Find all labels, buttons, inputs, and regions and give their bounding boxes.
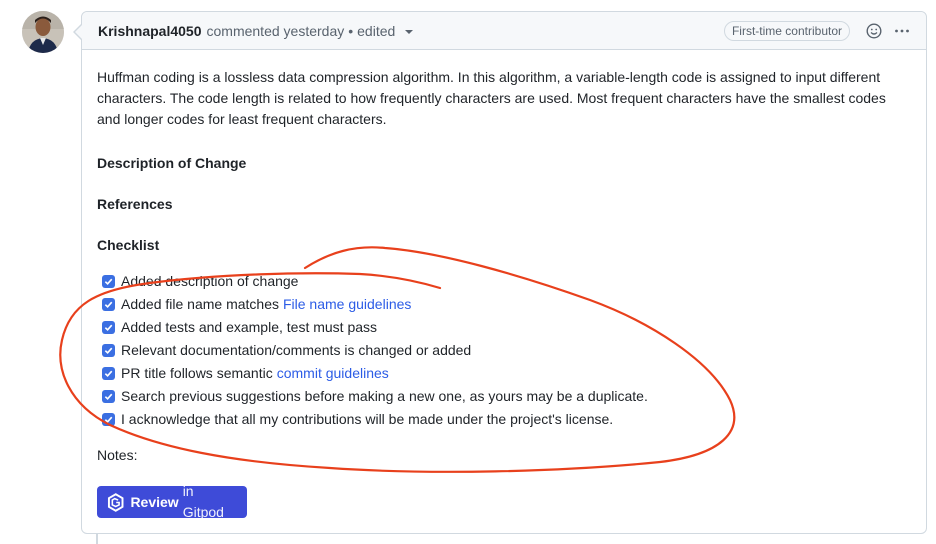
checkbox-checked[interactable] xyxy=(102,275,115,288)
checklist-label: Relevant documentation/comments is chang… xyxy=(121,342,472,358)
caret-down-icon xyxy=(405,29,414,34)
checkmark-icon xyxy=(104,278,113,286)
checklist-label: Added tests and example, test must pass xyxy=(121,319,378,335)
checklist-item: Added description of change xyxy=(102,270,648,293)
checklist-label: I acknowledge that all my contributions … xyxy=(121,411,614,427)
commit-guidelines-link[interactable]: commit guidelines xyxy=(277,363,389,384)
checklist-label: Search previous suggestions before makin… xyxy=(121,388,648,404)
file-name-guidelines-link[interactable]: File name guidelines xyxy=(283,294,411,315)
gitpod-logo-icon xyxy=(107,492,124,512)
kebab-menu-icon xyxy=(895,29,909,32)
heading-checklist: Checklist xyxy=(97,237,160,253)
checklist-item: Added file name matches File name guidel… xyxy=(102,293,648,316)
edited-label: edited xyxy=(357,22,396,39)
more-options-button[interactable] xyxy=(894,23,910,39)
gitpod-button-primary-text: Review xyxy=(130,493,179,510)
checklist-label: PR title follows semantic xyxy=(121,365,273,381)
review-in-gitpod-button[interactable]: Review in Gitpod xyxy=(97,483,247,520)
author-link[interactable]: Krishnapal4050 xyxy=(98,23,202,39)
heading-description-of-change: Description of Change xyxy=(97,155,247,171)
add-reaction-button[interactable] xyxy=(866,22,882,39)
checkbox-checked[interactable] xyxy=(102,413,115,426)
edited-dropdown[interactable]: edited xyxy=(357,22,414,39)
checkbox-checked[interactable] xyxy=(102,298,115,311)
checkbox-checked[interactable] xyxy=(102,390,115,403)
checklist: Added description of change Added file n… xyxy=(102,270,648,431)
heading-references: References xyxy=(97,196,173,212)
checkbox-checked[interactable] xyxy=(102,344,115,357)
checklist-item: I acknowledge that all my contributions … xyxy=(102,408,648,431)
separator: • xyxy=(348,22,354,39)
checkmark-icon xyxy=(104,347,113,355)
comment-box: Krishnapal4050 commented yesterday • edi… xyxy=(73,11,927,534)
comment-header: Krishnapal4050 commented yesterday • edi… xyxy=(82,12,926,50)
smiley-icon xyxy=(866,22,882,39)
checkmark-icon xyxy=(104,324,113,332)
checkmark-icon xyxy=(104,393,113,401)
checkmark-icon xyxy=(104,370,113,378)
checkmark-icon xyxy=(104,416,113,424)
checkbox-checked[interactable] xyxy=(102,367,115,380)
checklist-label: Added description of change xyxy=(121,273,299,289)
notes-label: Notes: xyxy=(97,447,138,463)
first-time-contributor-badge: First-time contributor xyxy=(723,20,850,41)
intro-paragraph: Huffman coding is a lossless data compre… xyxy=(97,69,886,127)
timeline-line xyxy=(96,534,98,544)
checklist-item: Added tests and example, test must pass xyxy=(102,316,648,339)
checkbox-checked[interactable] xyxy=(102,321,115,334)
checkmark-icon xyxy=(104,301,113,309)
checklist-item: PR title follows semantic commit guideli… xyxy=(102,362,648,385)
comment-body: Huffman coding is a lossless data compre… xyxy=(97,67,910,520)
comment-timestamp[interactable]: commented yesterday xyxy=(207,23,345,39)
avatar[interactable] xyxy=(22,11,64,53)
checklist-label: Added file name matches xyxy=(121,296,279,312)
checklist-item: Search previous suggestions before makin… xyxy=(102,385,648,408)
checklist-item: Relevant documentation/comments is chang… xyxy=(102,339,648,362)
gitpod-button-secondary-text: in Gitpod xyxy=(182,483,224,520)
